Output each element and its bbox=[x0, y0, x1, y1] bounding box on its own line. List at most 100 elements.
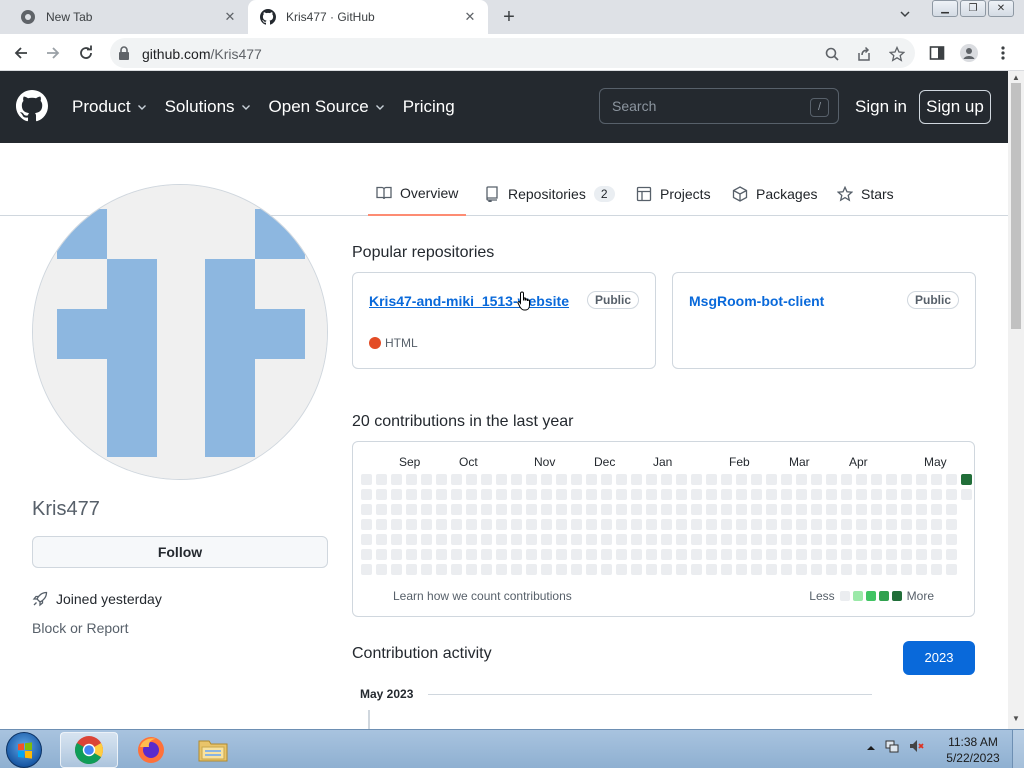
new-tab-button[interactable]: + bbox=[498, 7, 520, 29]
volume-muted-icon[interactable] bbox=[908, 738, 924, 759]
tab-repositories[interactable]: Repositories 2 bbox=[484, 172, 615, 216]
calendar-day-cell[interactable] bbox=[406, 534, 417, 545]
calendar-day-cell[interactable] bbox=[676, 534, 687, 545]
calendar-day-cell[interactable] bbox=[946, 504, 957, 515]
calendar-day-cell[interactable] bbox=[406, 519, 417, 530]
calendar-day-cell[interactable] bbox=[406, 474, 417, 485]
calendar-day-cell[interactable] bbox=[406, 564, 417, 575]
repo-name-link[interactable]: Kris47-and-miki_1513-website bbox=[369, 293, 569, 309]
calendar-day-cell[interactable] bbox=[571, 504, 582, 515]
lock-icon[interactable] bbox=[118, 46, 130, 65]
calendar-day-cell[interactable] bbox=[946, 549, 957, 560]
calendar-day-cell[interactable] bbox=[781, 489, 792, 500]
calendar-day-cell[interactable] bbox=[436, 564, 447, 575]
calendar-day-cell[interactable] bbox=[691, 534, 702, 545]
calendar-day-cell[interactable] bbox=[751, 489, 762, 500]
calendar-day-cell[interactable] bbox=[436, 549, 447, 560]
calendar-day-cell[interactable] bbox=[706, 534, 717, 545]
reload-icon[interactable] bbox=[75, 42, 97, 64]
calendar-day-cell[interactable] bbox=[631, 519, 642, 530]
calendar-day-cell[interactable] bbox=[511, 504, 522, 515]
follow-button[interactable]: Follow bbox=[32, 536, 328, 568]
calendar-day-cell[interactable] bbox=[691, 564, 702, 575]
calendar-day-cell[interactable] bbox=[871, 519, 882, 530]
taskbar-clock[interactable]: 11:38 AM 5/22/2023 bbox=[944, 734, 1002, 766]
calendar-day-cell[interactable] bbox=[766, 549, 777, 560]
close-icon[interactable]: ✕ bbox=[460, 7, 480, 27]
calendar-day-cell[interactable] bbox=[526, 519, 537, 530]
calendar-day-cell[interactable] bbox=[466, 549, 477, 560]
calendar-day-cell[interactable] bbox=[841, 504, 852, 515]
calendar-day-cell[interactable] bbox=[841, 489, 852, 500]
calendar-day-cell[interactable] bbox=[661, 564, 672, 575]
calendar-day-cell[interactable] bbox=[601, 534, 612, 545]
calendar-day-cell[interactable] bbox=[901, 504, 912, 515]
calendar-day-cell[interactable] bbox=[766, 504, 777, 515]
calendar-day-cell[interactable] bbox=[466, 564, 477, 575]
calendar-day-cell[interactable] bbox=[841, 474, 852, 485]
calendar-day-cell[interactable] bbox=[451, 549, 462, 560]
calendar-day-cell[interactable] bbox=[751, 504, 762, 515]
calendar-day-cell[interactable] bbox=[871, 564, 882, 575]
calendar-day-cell[interactable] bbox=[766, 489, 777, 500]
search-input[interactable] bbox=[612, 98, 802, 114]
calendar-day-cell[interactable] bbox=[886, 564, 897, 575]
scroll-down-arrow-icon[interactable]: ▼ bbox=[1012, 714, 1020, 723]
back-arrow-icon[interactable] bbox=[10, 42, 32, 64]
calendar-day-cell[interactable] bbox=[391, 549, 402, 560]
calendar-day-cell[interactable] bbox=[916, 564, 927, 575]
calendar-day-cell[interactable] bbox=[916, 534, 927, 545]
calendar-day-cell[interactable] bbox=[586, 564, 597, 575]
calendar-day-cell[interactable] bbox=[391, 519, 402, 530]
start-button[interactable] bbox=[6, 732, 42, 768]
calendar-day-cell[interactable] bbox=[376, 489, 387, 500]
calendar-day-cell[interactable] bbox=[781, 519, 792, 530]
calendar-day-cell[interactable] bbox=[601, 519, 612, 530]
calendar-day-cell[interactable] bbox=[931, 549, 942, 560]
calendar-day-cell[interactable] bbox=[571, 519, 582, 530]
taskbar-chrome[interactable] bbox=[60, 732, 118, 768]
calendar-day-cell[interactable] bbox=[856, 564, 867, 575]
calendar-day-cell[interactable] bbox=[796, 519, 807, 530]
calendar-day-cell[interactable] bbox=[961, 474, 972, 485]
calendar-day-cell[interactable] bbox=[526, 534, 537, 545]
calendar-day-cell[interactable] bbox=[616, 474, 627, 485]
calendar-day-cell[interactable] bbox=[706, 504, 717, 515]
calendar-day-cell[interactable] bbox=[766, 534, 777, 545]
network-icon[interactable] bbox=[884, 738, 900, 759]
calendar-day-cell[interactable] bbox=[646, 564, 657, 575]
github-logo-icon[interactable] bbox=[16, 90, 48, 122]
calendar-day-cell[interactable] bbox=[856, 504, 867, 515]
calendar-day-cell[interactable] bbox=[886, 504, 897, 515]
calendar-day-cell[interactable] bbox=[871, 534, 882, 545]
calendar-day-cell[interactable] bbox=[451, 534, 462, 545]
calendar-day-cell[interactable] bbox=[601, 564, 612, 575]
calendar-day-cell[interactable] bbox=[931, 564, 942, 575]
calendar-day-cell[interactable] bbox=[961, 489, 972, 500]
calendar-day-cell[interactable] bbox=[481, 489, 492, 500]
calendar-day-cell[interactable] bbox=[511, 519, 522, 530]
calendar-day-cell[interactable] bbox=[616, 504, 627, 515]
calendar-day-cell[interactable] bbox=[511, 549, 522, 560]
calendar-day-cell[interactable] bbox=[916, 474, 927, 485]
calendar-day-cell[interactable] bbox=[661, 534, 672, 545]
calendar-day-cell[interactable] bbox=[721, 489, 732, 500]
calendar-day-cell[interactable] bbox=[751, 549, 762, 560]
calendar-day-cell[interactable] bbox=[736, 474, 747, 485]
calendar-day-cell[interactable] bbox=[391, 489, 402, 500]
calendar-day-cell[interactable] bbox=[646, 534, 657, 545]
calendar-day-cell[interactable] bbox=[556, 564, 567, 575]
calendar-day-cell[interactable] bbox=[736, 519, 747, 530]
calendar-day-cell[interactable] bbox=[466, 534, 477, 545]
more-menu-icon[interactable] bbox=[994, 44, 1012, 62]
tray-expand-icon[interactable] bbox=[866, 740, 876, 758]
calendar-day-cell[interactable] bbox=[601, 549, 612, 560]
calendar-day-cell[interactable] bbox=[886, 489, 897, 500]
tab-search-chevron-icon[interactable] bbox=[896, 8, 914, 26]
calendar-day-cell[interactable] bbox=[451, 504, 462, 515]
calendar-day-cell[interactable] bbox=[481, 549, 492, 560]
calendar-day-cell[interactable] bbox=[826, 504, 837, 515]
calendar-day-cell[interactable] bbox=[871, 489, 882, 500]
calendar-day-cell[interactable] bbox=[451, 519, 462, 530]
calendar-day-cell[interactable] bbox=[931, 519, 942, 530]
